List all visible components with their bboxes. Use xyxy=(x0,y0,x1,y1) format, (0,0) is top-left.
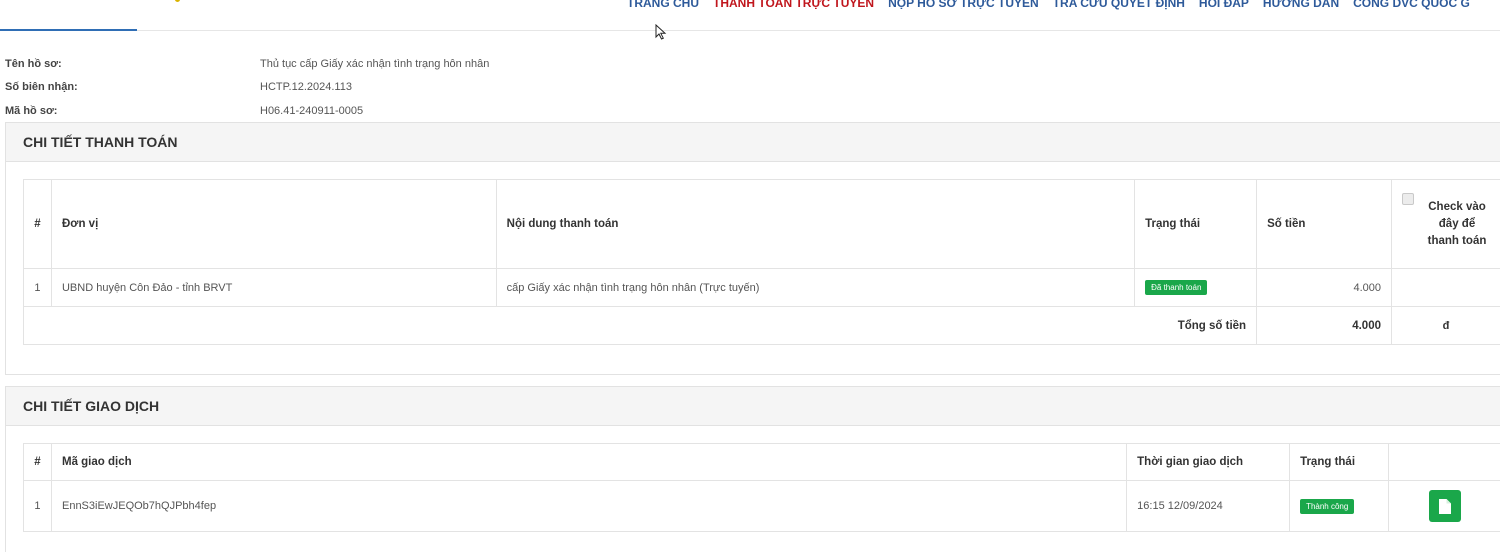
col-status: Trạng thái xyxy=(1134,179,1258,269)
col-transaction-code: Mã giao dịch xyxy=(50,443,1128,481)
top-navigation: TRANG CHỦ THANH TOÁN TRỰC TUYẾN NỘP HỒ S… xyxy=(0,0,1500,31)
active-tab-indicator xyxy=(0,29,137,31)
col-unit: Đơn vị xyxy=(50,179,497,269)
total-row: Tổng số tiền 4.000 đ xyxy=(22,306,1500,345)
col-content: Nội dung thanh toán xyxy=(495,179,1136,269)
col-action xyxy=(1388,443,1500,481)
logo-fragment xyxy=(175,0,180,2)
col-index: # xyxy=(23,443,52,481)
col-index: # xyxy=(23,179,52,269)
so-bien-nhan-label: Số biên nhận: xyxy=(5,81,78,94)
info-row-so-bien-nhan: Số biên nhận: HCTP.12.2024.113 xyxy=(5,76,489,100)
transaction-panel-title: CHI TIẾT GIAO DỊCH xyxy=(23,398,160,414)
info-row-ma-ho-so: Mã hồ sơ: H06.41-240911-0005 xyxy=(5,99,489,123)
payment-panel-header: CHI TIẾT THANH TOÁN xyxy=(6,123,1500,162)
row-amount: 4.000 xyxy=(1256,268,1392,307)
status-badge: Đã thanh toán xyxy=(1145,280,1208,295)
ma-ho-so-label: Mã hồ sơ: xyxy=(5,104,58,117)
nav-item-trang-chu[interactable]: TRANG CHỦ xyxy=(627,0,699,10)
row-content: cấp Giấy xác nhận tình trạng hôn nhân (T… xyxy=(495,268,1136,307)
nav-item-thanh-toan-truc-tuyen[interactable]: THANH TOÁN TRỰC TUYẾN xyxy=(713,0,874,10)
nav-menu: TRANG CHỦ THANH TOÁN TRỰC TUYẾN NỘP HỒ S… xyxy=(627,0,1470,10)
status-badge: Thành công xyxy=(1300,498,1355,514)
ma-ho-so-value: H06.41-240911-0005 xyxy=(260,104,364,117)
total-value: 4.000 xyxy=(1256,306,1392,345)
row-transaction-time: 16:15 12/09/2024 xyxy=(1126,480,1291,532)
row-index: 1 xyxy=(23,268,52,307)
select-all-checkbox[interactable] xyxy=(1401,193,1414,205)
row-check-cell xyxy=(1390,268,1500,307)
col-check: Check vào đây để thanh toán xyxy=(1390,179,1500,269)
mouse-cursor-icon xyxy=(655,24,667,40)
payment-table-header: # Đơn vị Nội dung thanh toán Trạng thái … xyxy=(23,179,1500,269)
col-transaction-time: Thời gian giao dịch xyxy=(1126,443,1291,481)
nav-item-cong-dvc-quoc-gia[interactable]: CỔNG DVC QUỐC G xyxy=(1353,0,1470,10)
row-status-cell: Thành công xyxy=(1289,480,1390,532)
transaction-table-header: # Mã giao dịch Thời gian giao dịch Trạng… xyxy=(23,443,1500,481)
total-label: Tổng số tiền xyxy=(22,306,1258,345)
payment-detail-panel: CHI TIẾT THANH TOÁN # Đơn vị Nội dung th… xyxy=(5,122,1500,375)
transaction-panel-header: CHI TIẾT GIAO DỊCH xyxy=(6,387,1500,426)
row-transaction-code: EnnS3iEwJEQOb7hQJPbh4fep xyxy=(50,480,1128,532)
payment-panel-title: CHI TIẾT THANH TOÁN xyxy=(23,134,178,150)
row-unit: UBND huyện Côn Đảo - tỉnh BRVT xyxy=(50,268,497,307)
transaction-detail-panel: CHI TIẾT GIAO DỊCH # Mã giao dịch Thời g… xyxy=(5,386,1500,552)
record-info: Tên hồ sơ: Thủ tục cấp Giấy xác nhận tìn… xyxy=(5,52,489,123)
col-check-label: Check vào đây để thanh toán xyxy=(1427,200,1487,247)
view-receipt-button[interactable] xyxy=(1428,490,1461,522)
col-amount: Số tiền xyxy=(1256,179,1392,269)
row-status-cell: Đã thanh toán xyxy=(1134,268,1258,307)
ten-ho-so-label: Tên hồ sơ: xyxy=(5,57,62,70)
nav-item-huong-dan[interactable]: HƯỚNG DẪN xyxy=(1263,0,1339,10)
nav-item-hoi-dap[interactable]: HỎI ĐÁP xyxy=(1199,0,1249,10)
row-index: 1 xyxy=(23,480,52,532)
nav-item-nop-ho-so[interactable]: NỘP HỒ SƠ TRỰC TUYẾN xyxy=(888,0,1039,10)
nav-item-tra-cuu-quyet-dinh[interactable]: TRA CỨU QUYẾT ĐỊNH xyxy=(1053,0,1185,10)
table-row: 1 EnnS3iEwJEQOb7hQJPbh4fep 16:15 12/09/2… xyxy=(23,480,1500,532)
file-icon xyxy=(1438,498,1451,514)
col-transaction-status: Trạng thái xyxy=(1289,443,1390,481)
table-row: 1 UBND huyện Côn Đảo - tỉnh BRVT cấp Giấ… xyxy=(23,268,1500,307)
row-action-cell xyxy=(1388,480,1500,532)
so-bien-nhan-value: HCTP.12.2024.113 xyxy=(260,81,352,94)
currency-symbol: đ xyxy=(1390,306,1500,345)
info-row-ten-ho-so: Tên hồ sơ: Thủ tục cấp Giấy xác nhận tìn… xyxy=(5,52,489,76)
ten-ho-so-value: Thủ tục cấp Giấy xác nhận tình trạng hôn… xyxy=(260,57,490,70)
transaction-table: # Mã giao dịch Thời gian giao dịch Trạng… xyxy=(23,443,1500,532)
payment-table: # Đơn vị Nội dung thanh toán Trạng thái … xyxy=(22,179,1500,345)
